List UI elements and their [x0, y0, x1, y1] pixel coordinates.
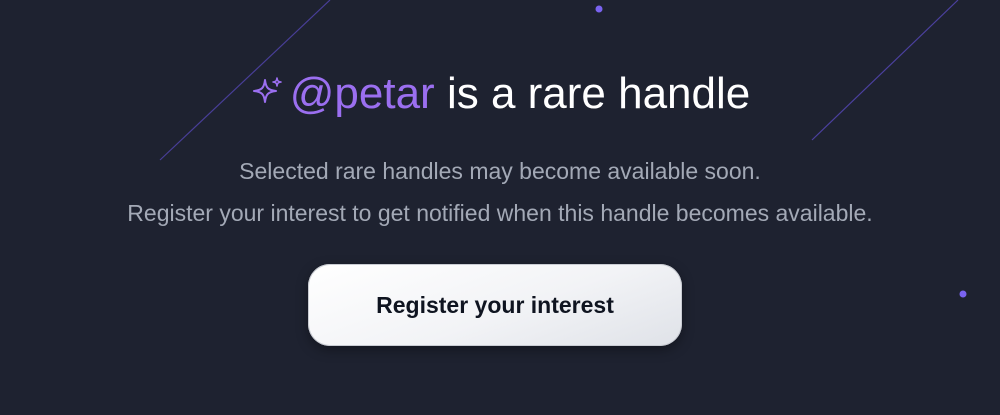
description-line-2: Register your interest to get notified w…: [127, 200, 873, 226]
page-title: @petar is a rare handle: [0, 64, 1000, 124]
description-line-1: Selected rare handles may become availab…: [239, 158, 761, 184]
register-interest-button[interactable]: Register your interest: [308, 264, 682, 346]
sparkle-icon: [252, 77, 282, 103]
handle-name: @petar: [289, 69, 435, 118]
rare-handle-panel: @petar is a rare handle Selected rare ha…: [0, 0, 1000, 415]
headline-text: is a rare handle: [434, 69, 751, 118]
